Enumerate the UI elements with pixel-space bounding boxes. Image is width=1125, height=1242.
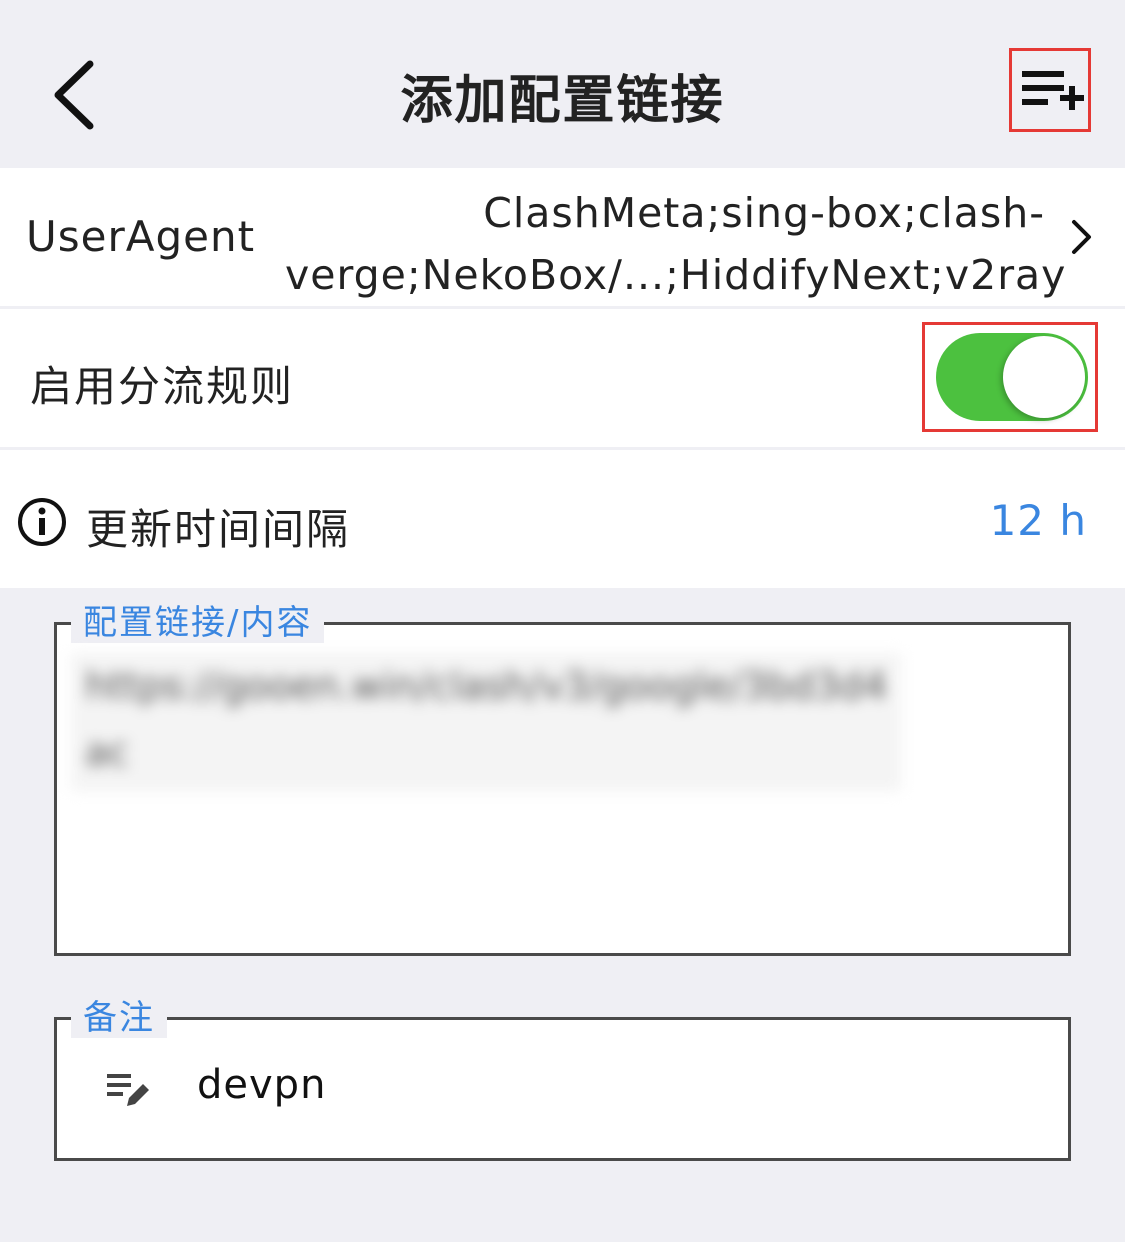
chevron-right-icon	[1072, 220, 1091, 254]
user-agent-row[interactable]: UserAgent ClashMeta;sing-box;clash-verge…	[0, 168, 1125, 306]
app-header: 添加配置链接	[0, 0, 1125, 168]
remark-input[interactable]: devpn	[197, 1062, 326, 1108]
split-rule-label: 启用分流规则	[30, 362, 295, 411]
playlist-add-icon	[1022, 71, 1084, 110]
update-interval-value[interactable]: 12 h	[990, 496, 1087, 545]
config-content-input[interactable]: https://gooen.win/clash/v3/google/3bd3d4…	[71, 653, 901, 791]
toggle-knob	[1003, 336, 1085, 418]
split-rule-row: 启用分流规则	[0, 309, 1125, 447]
edit-note-icon	[107, 1074, 149, 1106]
page-title: 添加配置链接	[400, 71, 725, 131]
remark-field[interactable]: 备注 devpn	[54, 998, 1071, 1161]
toggle-track	[936, 333, 1088, 421]
split-rule-toggle[interactable]	[922, 322, 1098, 432]
update-interval-label: 更新时间间隔	[86, 505, 351, 554]
user-agent-value: ClashMeta;sing-box;clash-verge;NekoBox/.…	[285, 189, 1067, 299]
config-content-legend: 配置链接/内容	[71, 603, 325, 643]
update-interval-row[interactable]: 更新时间间隔 12 h	[0, 450, 1125, 588]
config-content-field[interactable]: 配置链接/内容 https://gooen.win/clash/v3/googl…	[54, 603, 1071, 956]
user-agent-label: UserAgent	[26, 212, 256, 261]
remark-legend: 备注	[71, 998, 167, 1038]
add-config-button[interactable]	[1009, 48, 1091, 132]
info-icon[interactable]	[16, 496, 68, 548]
